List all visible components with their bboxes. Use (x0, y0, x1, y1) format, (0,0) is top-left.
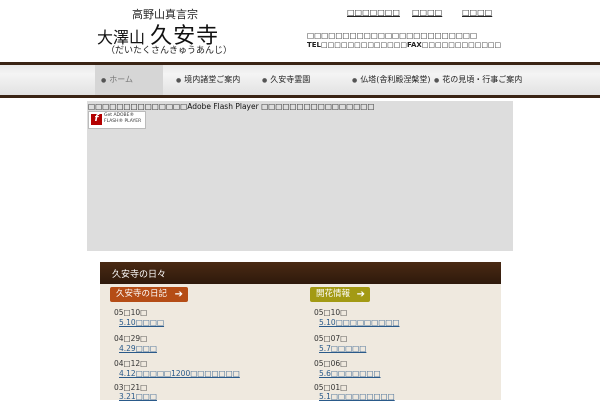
diary-button-label: 久安寺の日記 (116, 289, 168, 299)
nav-label: 久安寺霊園 (270, 75, 311, 84)
diary-entry-link[interactable]: 5.10□□□□ (119, 318, 164, 327)
arrow-right-icon: ➔ (174, 289, 183, 300)
nav-label: ホーム (109, 75, 134, 84)
daily-panel: 久安寺の日々 久安寺の日記 ➔ 開花情報 ➔ 05□10□ 5.10□□□□ 0… (100, 262, 501, 401)
diary-entry-date: 05□10□ (114, 308, 148, 317)
get-flash-player-badge[interactable]: f Get ADOBE® FLASH® PLAYER (88, 111, 146, 129)
main-nav: ● ホーム ● 境内諸堂ご案内 ● 久安寺霊園 ● 仏塔(舎利殿涅槃堂) ● 花の見頃・行… (0, 62, 600, 98)
top-link-3[interactable]: □□□□ (462, 8, 492, 17)
flash-message: □□□□□□□□□□□□□□Adobe Flash Player □□□□□□□… (88, 102, 375, 111)
flash-placeholder: □□□□□□□□□□□□□□Adobe Flash Player □□□□□□□… (87, 101, 513, 251)
top-link-2[interactable]: □□□□ (412, 8, 442, 17)
bloom-entry-link[interactable]: 5.10□□□□□□□□□ (319, 318, 399, 327)
bloom-entry-date: 05□06□ (314, 359, 348, 368)
bloom-info-button[interactable]: 開花情報 ➔ (310, 287, 370, 302)
nav-label: 境内諸堂ご案内 (184, 75, 241, 84)
nav-flowers-events[interactable]: ● 花の見頃・行事ご案内 (434, 65, 522, 95)
panel-title: 久安寺の日々 (112, 270, 167, 280)
bloom-entry-date: 05□10□ (314, 308, 348, 317)
bloom-entry-link[interactable]: 5.6□□□□□□□ (319, 369, 381, 378)
badge-line-2: FLASH® PLAYER (104, 119, 142, 124)
bullet-icon: ● (352, 77, 358, 84)
bullet-icon: ● (176, 77, 182, 84)
panel-header: 久安寺の日々 (100, 262, 501, 284)
diary-entry-date: 04□12□ (114, 359, 148, 368)
arrow-right-icon: ➔ (356, 289, 365, 300)
nav-precinct[interactable]: ● 境内諸堂ご案内 (176, 65, 240, 95)
diary-entry-date: 04□29□ (114, 334, 148, 343)
flash-logo-icon: f (91, 114, 102, 125)
diary-button[interactable]: 久安寺の日記 ➔ (110, 287, 188, 302)
nav-label: 仏塔(舎利殿涅槃堂) (360, 75, 431, 84)
bloom-entry-date: 05□01□ (314, 383, 348, 392)
bloom-button-label: 開花情報 (316, 289, 351, 299)
bloom-entry-link[interactable]: 5.7□□□□□ (319, 344, 366, 353)
nav-cemetery[interactable]: ● 久安寺霊園 (262, 65, 310, 95)
site-header: 高野山真言宗 大澤山 久安寺 （だいたくさんきゅうあんじ） □□□□□□□ □□… (0, 0, 600, 62)
address-text: □□□□□□□□□□□□□□□□□□□□□□□□ (307, 31, 478, 40)
nav-home[interactable]: ● ホーム (95, 65, 163, 95)
bullet-icon: ● (434, 77, 440, 84)
diary-entry-link[interactable]: 4.29□□□ (119, 344, 157, 353)
nav-label: 花の見頃・行事ご案内 (442, 75, 523, 84)
diary-entry-link[interactable]: 4.12□□□□□1200□□□□□□□ (119, 369, 240, 378)
bullet-icon: ● (262, 77, 268, 84)
bloom-entry-date: 05□07□ (314, 334, 348, 343)
phone-fax-text: TEL□□□□□□□□□□□□□FAX□□□□□□□□□□□□ (307, 41, 502, 49)
nav-pagoda[interactable]: ● 仏塔(舎利殿涅槃堂) (352, 65, 431, 95)
bullet-icon: ● (101, 77, 107, 84)
badge-line-1: Get ADOBE® (104, 113, 134, 118)
temple-reading: （だいたくさんきゅうあんじ） (106, 46, 233, 56)
top-link-1[interactable]: □□□□□□□ (347, 8, 400, 17)
diary-entry-date: 03□21□ (114, 383, 148, 392)
